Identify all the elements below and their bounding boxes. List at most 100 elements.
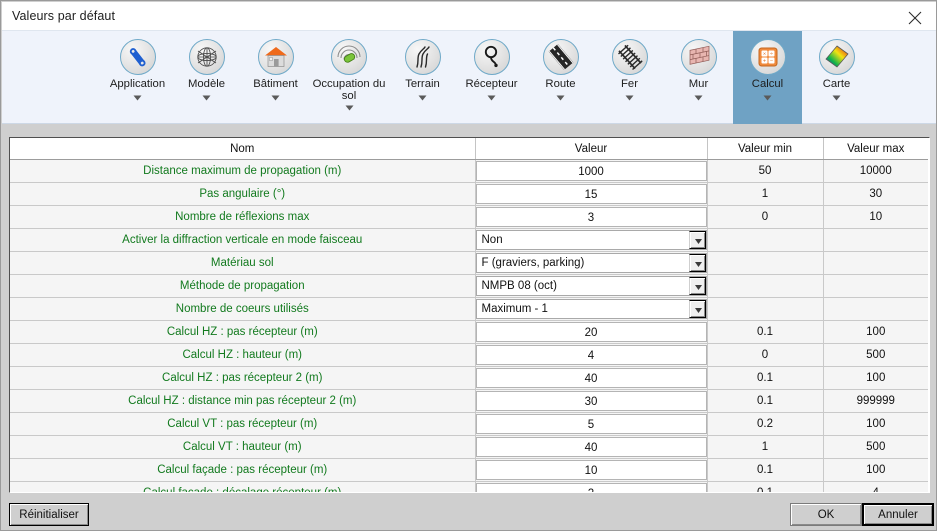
chevron-down-icon[interactable] (202, 95, 211, 101)
chevron-down-icon[interactable] (688, 254, 706, 272)
ribbon-tab-route[interactable]: Route (526, 31, 595, 124)
color-map-icon (818, 39, 855, 75)
table-row[interactable]: Calcul HZ : hauteur (m) 4 0 500 (10, 343, 928, 367)
row-min-cell: 0.2 (707, 412, 824, 436)
ok-button[interactable]: OK (790, 503, 862, 526)
ribbon-tab-r-cepteur[interactable]: Récepteur (457, 31, 526, 124)
dialog-footer: Réinitialiser OK Annuler (2, 497, 936, 530)
row-min-cell: 0 (707, 343, 824, 367)
ribbon-tab-label: Fer (621, 78, 638, 90)
chevron-down-icon[interactable] (832, 95, 841, 101)
svg-text:−: − (769, 58, 772, 64)
table-row[interactable]: Nombre de réflexions max 3 0 10 (10, 205, 928, 229)
value-input[interactable]: 10 (475, 460, 707, 480)
chevron-down-icon[interactable] (271, 95, 280, 101)
column-header-nom[interactable]: Nom (10, 138, 476, 160)
chevron-down-icon[interactable] (694, 95, 703, 101)
defaults-table-panel: Nom Valeur Valeur min Valeur max Distanc… (9, 137, 930, 493)
wrench-icon (119, 39, 156, 75)
cancel-button[interactable]: Annuler (862, 503, 934, 526)
ribbon-tab-application[interactable]: Application (103, 31, 172, 124)
ribbon-tab-fer[interactable]: Fer (595, 31, 664, 124)
row-name: Calcul HZ : hauteur (m) (10, 343, 476, 367)
value-input[interactable]: 40 (475, 437, 707, 457)
table-row[interactable]: Calcul HZ : distance min pas récepteur 2… (10, 389, 928, 413)
column-header-valeurmin[interactable]: Valeur min (707, 138, 824, 160)
ribbon-tab-mod-le[interactable]: Modèle (172, 31, 241, 124)
chevron-down-icon[interactable] (418, 95, 427, 101)
table-row[interactable]: Calcul VT : pas récepteur (m) 5 0.2 100 (10, 412, 928, 436)
value-input[interactable]: 20 (475, 322, 707, 342)
row-max-value: 500 (823, 344, 928, 366)
row-min-cell: 0.1 (707, 458, 824, 482)
value-dropdown[interactable]: F (graviers, parking) (475, 253, 707, 273)
ribbon-tab-label: Application (109, 78, 166, 90)
mesh-sphere-icon (188, 39, 225, 75)
row-value-cell: 30 (475, 389, 708, 413)
value-input[interactable]: 1000 (475, 161, 707, 181)
chevron-down-icon[interactable] (763, 95, 772, 101)
row-name: Distance maximum de propagation (m) (10, 159, 476, 183)
table-row[interactable]: Calcul HZ : pas récepteur (m) 20 0.1 100 (10, 320, 928, 344)
table-row[interactable]: Méthode de propagation NMPB 08 (oct) (10, 274, 928, 298)
reset-button[interactable]: Réinitialiser (9, 503, 89, 526)
chevron-down-icon[interactable] (345, 105, 354, 111)
value-dropdown[interactable]: Non (475, 230, 707, 250)
close-icon[interactable] (893, 2, 936, 31)
row-max-value (823, 275, 928, 297)
wall-icon (680, 39, 717, 75)
ribbon-tab-label: Carte (822, 78, 851, 90)
value-dropdown[interactable]: NMPB 08 (oct) (475, 276, 707, 296)
row-name: Méthode de propagation (10, 274, 476, 298)
row-min-value: 0.1 (707, 390, 823, 412)
row-name: Matériau sol (10, 251, 476, 275)
ribbon-toolbar: Application Modèle Bâtiment Occupation du s… (2, 31, 936, 124)
value-input[interactable]: 5 (475, 414, 707, 434)
table-row[interactable]: Calcul façade : décalage récepteur (m)20… (10, 481, 928, 492)
table-row[interactable]: Calcul HZ : pas récepteur 2 (m) 40 0.1 100 (10, 366, 928, 390)
railway-icon (611, 39, 648, 75)
chevron-down-icon[interactable] (487, 95, 496, 101)
ribbon-tab-calcul[interactable]: × ÷ + − Calcul (733, 31, 802, 124)
ribbon-tab-b-timent[interactable]: Bâtiment (241, 31, 310, 124)
table-row[interactable]: Calcul façade : pas récepteur (m) 10 0.1 10… (10, 458, 928, 482)
table-row[interactable]: Distance maximum de propagation (m) 1000 5… (10, 159, 928, 183)
chevron-down-icon[interactable] (133, 95, 142, 101)
chevron-down-icon[interactable] (688, 277, 706, 295)
column-header-valeurmax[interactable]: Valeur max (823, 138, 928, 160)
value-input[interactable]: 4 (475, 345, 707, 365)
column-header-valeur[interactable]: Valeur (475, 138, 708, 160)
house-icon (257, 39, 294, 75)
value-input[interactable]: 3 (475, 207, 707, 227)
row-max-value: 4 (823, 482, 928, 492)
value-input[interactable]: 40 (475, 368, 707, 388)
row-max-cell: 100 (823, 320, 928, 344)
ribbon-tab-label: Modèle (187, 78, 226, 90)
table-row[interactable]: Nombre de coeurs utilisés Maximum - 1 (10, 297, 928, 321)
value-dropdown[interactable]: Maximum - 1 (475, 299, 707, 319)
table-row[interactable]: Matériau sol F (graviers, parking) (10, 251, 928, 275)
row-min-value: 0.1 (707, 459, 823, 481)
value-dropdown-text: Maximum - 1 (481, 303, 548, 315)
table-row[interactable]: Pas angulaire (°) 15 1 30 (10, 182, 928, 206)
row-max-value: 100 (823, 321, 928, 343)
ribbon-tab-mur[interactable]: Mur (664, 31, 733, 124)
row-min-cell: 0.1 (707, 389, 824, 413)
row-max-cell: 100 (823, 366, 928, 390)
row-max-value: 100 (823, 413, 928, 435)
row-max-value: 999999 (823, 390, 928, 412)
value-input[interactable]: 30 (475, 391, 707, 411)
chevron-down-icon[interactable] (625, 95, 634, 101)
chevron-down-icon[interactable] (688, 300, 706, 318)
table-row[interactable]: Activer la diffraction verticale en mode… (10, 228, 928, 252)
ground-absorption-icon (331, 39, 367, 75)
ribbon-tab-occupation-du-sol[interactable]: Occupation du sol (310, 31, 388, 124)
chevron-down-icon[interactable] (688, 231, 706, 249)
row-min-value: 0.1 (707, 367, 823, 389)
value-input[interactable]: 15 (475, 184, 707, 204)
chevron-down-icon[interactable] (556, 95, 565, 101)
ribbon-tab-terrain[interactable]: Terrain (388, 31, 457, 124)
ribbon-tab-carte[interactable]: Carte (802, 31, 871, 124)
value-input[interactable]: 2 (475, 483, 707, 492)
table-row[interactable]: Calcul VT : hauteur (m) 40 1 500 (10, 435, 928, 459)
